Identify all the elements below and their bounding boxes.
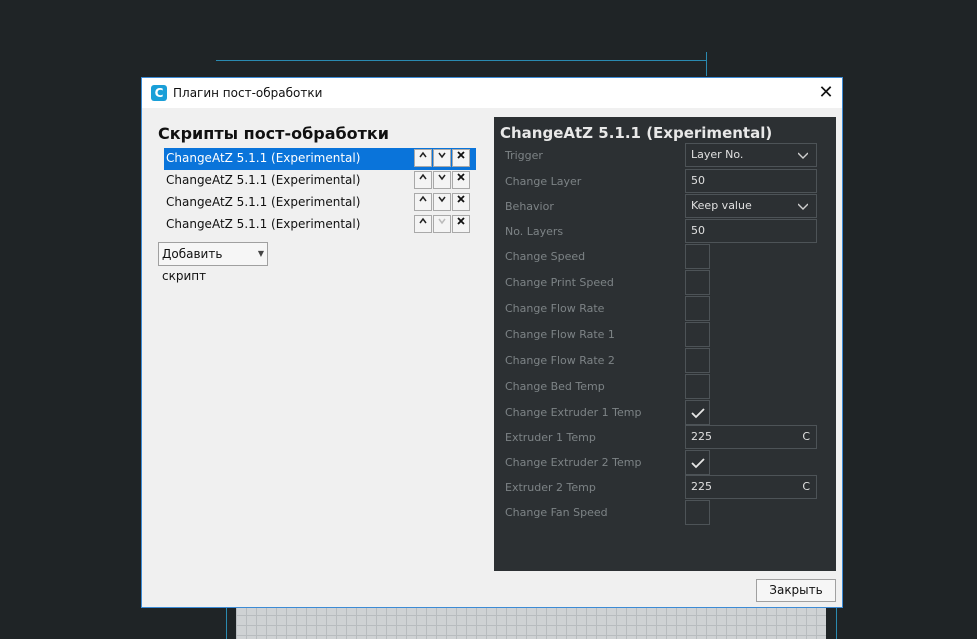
chevron-up-icon xyxy=(419,173,427,180)
setting-label-trigger: Trigger xyxy=(505,149,543,162)
move-down-button[interactable] xyxy=(433,171,451,189)
change-bed-temp-checkbox[interactable] xyxy=(685,374,710,399)
close-icon xyxy=(457,195,465,203)
add-script-label: Добавить скрипт xyxy=(162,247,223,283)
setting-label-change-flow-rate-1: Change Flow Rate 1 xyxy=(505,328,615,341)
setting-label-no-layers: No. Layers xyxy=(505,225,564,238)
chevron-down-icon xyxy=(438,218,446,225)
move-up-button[interactable] xyxy=(414,149,432,167)
post-processing-dialog: C Плагин пост-обработки ✕ Скрипты пост-о… xyxy=(141,77,843,608)
extruder-2-temp-value: 225 xyxy=(691,480,712,493)
change-flow-rate-checkbox[interactable] xyxy=(685,296,710,321)
close-button[interactable]: Закрыть xyxy=(756,579,836,602)
panel-title: ChangeAtZ 5.1.1 (Experimental) xyxy=(500,124,773,142)
script-item-label: ChangeAtZ 5.1.1 (Experimental) xyxy=(166,195,361,209)
add-script-button[interactable]: Добавить скрипт ▼ xyxy=(158,242,268,283)
change-flow-rate-2-checkbox[interactable] xyxy=(685,348,710,373)
dropdown-arrow-icon: ▼ xyxy=(257,249,264,258)
move-up-button[interactable] xyxy=(414,171,432,189)
change-extruder-2-temp-checkbox[interactable] xyxy=(685,450,710,475)
move-up-button[interactable] xyxy=(414,215,432,233)
setting-label-change-speed: Change Speed xyxy=(505,250,586,263)
script-item-label: ChangeAtZ 5.1.1 (Experimental) xyxy=(166,151,361,165)
close-icon xyxy=(457,151,465,159)
checkmark-icon xyxy=(691,408,705,419)
setting-label-extruder-2-temp: Extruder 2 Temp xyxy=(505,481,596,494)
extruder-1-temp-input[interactable]: 225 C xyxy=(685,425,817,449)
extruder-1-temp-value: 225 xyxy=(691,430,712,443)
no-layers-value: 50 xyxy=(691,224,705,237)
chevron-down-icon xyxy=(798,152,808,159)
setting-label-change-flow-rate: Change Flow Rate xyxy=(505,302,605,315)
script-list: ChangeAtZ 5.1.1 (Experimental) ChangeAtZ… xyxy=(164,148,476,236)
setting-label-change-bed-temp: Change Bed Temp xyxy=(505,380,605,393)
chevron-down-icon xyxy=(438,196,446,203)
title-bar[interactable]: C Плагин пост-обработки ✕ xyxy=(142,78,842,108)
change-extruder-1-temp-checkbox[interactable] xyxy=(685,400,710,425)
change-print-speed-checkbox[interactable] xyxy=(685,270,710,295)
setting-label-change-extruder-2-temp: Change Extruder 2 Temp xyxy=(505,456,642,469)
no-layers-input[interactable]: 50 xyxy=(685,219,817,243)
remove-script-button[interactable] xyxy=(452,215,470,233)
build-volume-edge xyxy=(836,608,837,639)
remove-script-button[interactable] xyxy=(452,149,470,167)
setting-label-change-fan-speed: Change Fan Speed xyxy=(505,506,608,519)
setting-label-behavior: Behavior xyxy=(505,200,554,213)
close-icon[interactable]: ✕ xyxy=(810,78,842,108)
chevron-down-icon xyxy=(438,152,446,159)
checkmark-icon xyxy=(691,458,705,469)
extruder-2-temp-unit: C xyxy=(802,480,810,493)
chevron-up-icon xyxy=(419,195,427,202)
close-icon xyxy=(457,217,465,225)
remove-script-button[interactable] xyxy=(452,193,470,211)
behavior-value: Keep value xyxy=(691,199,752,212)
chevron-down-icon xyxy=(438,174,446,181)
script-settings-panel: ChangeAtZ 5.1.1 (Experimental) Trigger L… xyxy=(494,117,836,571)
script-item[interactable]: ChangeAtZ 5.1.1 (Experimental) xyxy=(164,170,476,192)
move-down-button[interactable] xyxy=(433,193,451,211)
change-fan-speed-checkbox[interactable] xyxy=(685,500,710,525)
setting-label-extruder-1-temp: Extruder 1 Temp xyxy=(505,431,596,444)
setting-label-change-extruder-1-temp: Change Extruder 1 Temp xyxy=(505,406,642,419)
remove-script-button[interactable] xyxy=(452,171,470,189)
script-item[interactable]: ChangeAtZ 5.1.1 (Experimental) xyxy=(164,192,476,214)
setting-label-change-print-speed: Change Print Speed xyxy=(505,276,614,289)
chevron-up-icon xyxy=(419,151,427,158)
move-down-button xyxy=(433,215,451,233)
extruder-1-temp-unit: C xyxy=(802,430,810,443)
trigger-select[interactable]: Layer No. xyxy=(685,143,817,167)
window-title: Плагин пост-обработки xyxy=(173,86,323,100)
change-layer-input[interactable]: 50 xyxy=(685,169,817,193)
cura-icon: C xyxy=(151,85,167,101)
chevron-down-icon xyxy=(798,203,808,210)
setting-label-change-flow-rate-2: Change Flow Rate 2 xyxy=(505,354,615,367)
change-layer-value: 50 xyxy=(691,174,705,187)
build-volume-edge xyxy=(226,608,227,639)
chevron-up-icon xyxy=(419,217,427,224)
setting-label-change-layer: Change Layer xyxy=(505,175,582,188)
script-item-label: ChangeAtZ 5.1.1 (Experimental) xyxy=(166,173,361,187)
extruder-2-temp-input[interactable]: 225 C xyxy=(685,475,817,499)
close-icon xyxy=(457,173,465,181)
script-item[interactable]: ChangeAtZ 5.1.1 (Experimental) xyxy=(164,148,476,170)
change-flow-rate-1-checkbox[interactable] xyxy=(685,322,710,347)
move-up-button[interactable] xyxy=(414,193,432,211)
scripts-header: Скрипты пост-обработки xyxy=(158,124,389,143)
script-item[interactable]: ChangeAtZ 5.1.1 (Experimental) xyxy=(164,214,476,236)
build-volume-edge xyxy=(706,52,707,76)
change-speed-checkbox[interactable] xyxy=(685,244,710,269)
trigger-value: Layer No. xyxy=(691,148,744,161)
script-item-label: ChangeAtZ 5.1.1 (Experimental) xyxy=(166,217,361,231)
build-volume-edge xyxy=(216,60,706,61)
behavior-select[interactable]: Keep value xyxy=(685,194,817,218)
move-down-button[interactable] xyxy=(433,149,451,167)
